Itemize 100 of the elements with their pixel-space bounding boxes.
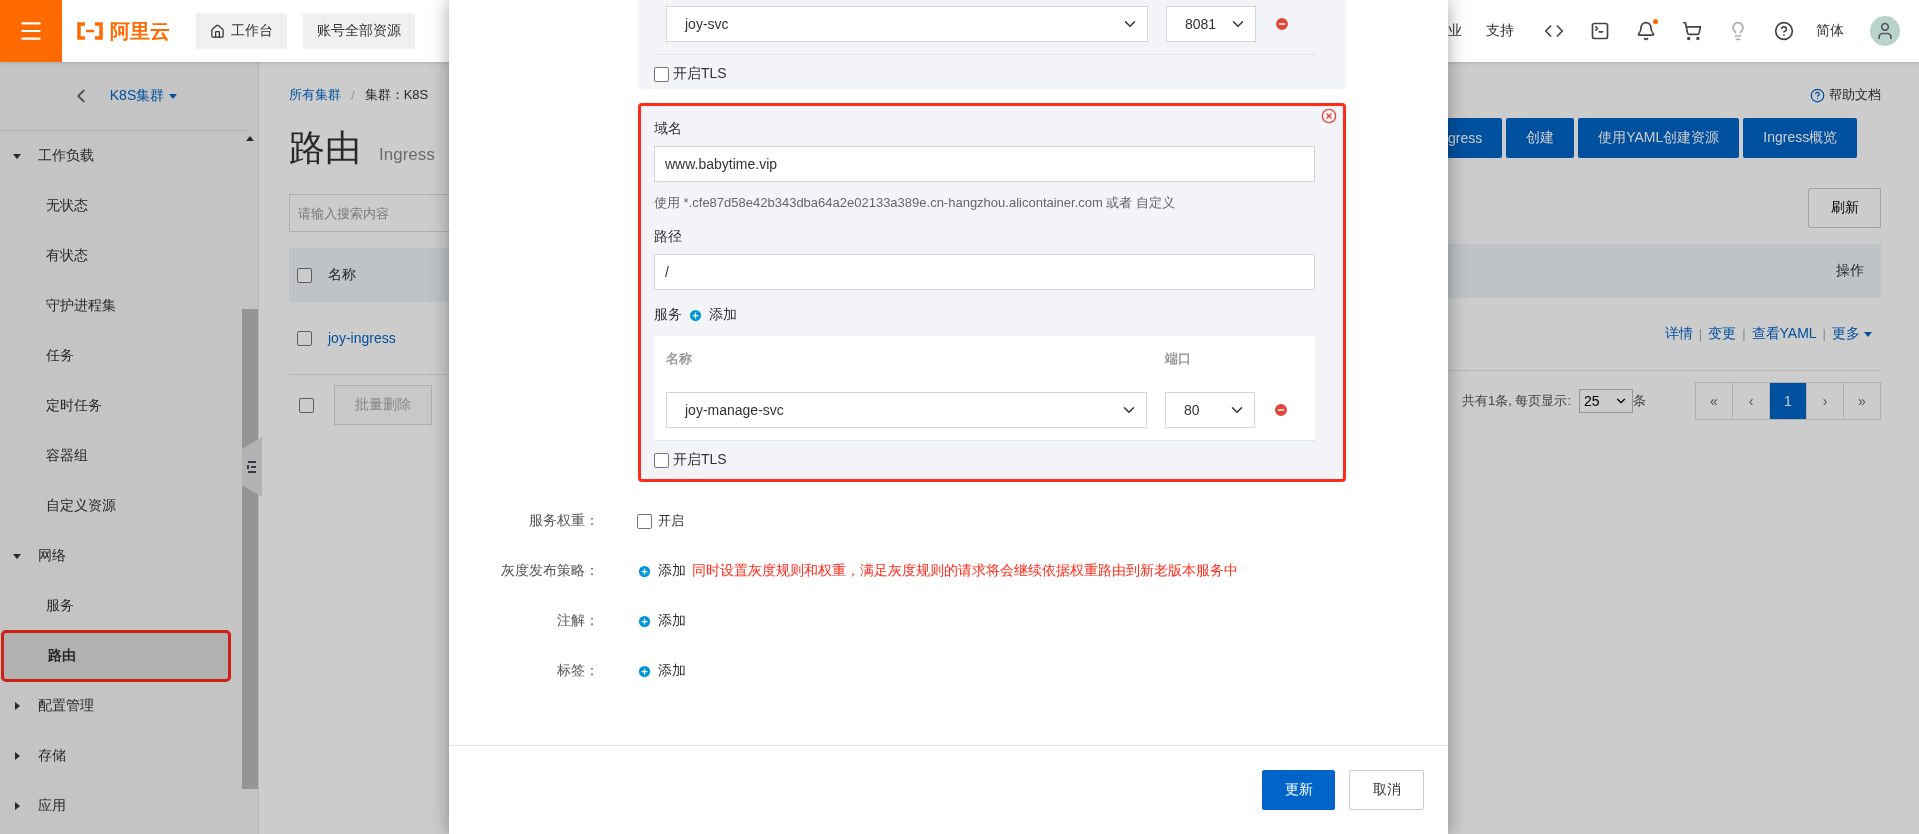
nav-item[interactable]: 守护进程集: [0, 281, 240, 331]
domain-hint: 使用 *.cfe87d58e42b343dba64a2e02133a389e.cn-hangzhou.alicontainer.com 或者 自定义: [654, 194, 1177, 212]
action-button[interactable]: 使用YAML创建资源: [1578, 118, 1740, 158]
form-label: 注解：: [556, 612, 599, 630]
action-button[interactable]: gress: [1448, 118, 1503, 158]
form-label: 标签：: [556, 662, 599, 680]
nav-item[interactable]: 定时任务: [0, 381, 240, 431]
nav-group[interactable]: 网络: [0, 531, 240, 581]
checkbox-label: 开启TLS: [673, 65, 727, 83]
port-select[interactable]: 80: [1165, 392, 1255, 428]
field-label: 服务: [654, 306, 682, 324]
cart-icon[interactable]: [1682, 21, 1702, 41]
row-action-link[interactable]: 查看YAML: [1751, 325, 1817, 341]
service-select[interactable]: joy-svc: [666, 6, 1148, 42]
caret-icon: [12, 701, 22, 711]
plus-icon: [688, 307, 703, 323]
nav-link[interactable]: 支持: [1486, 22, 1514, 40]
nav-item[interactable]: 任务: [0, 331, 240, 381]
field-label: 域名: [654, 120, 683, 138]
row-action-link[interactable]: 更多: [1832, 325, 1860, 341]
checkbox-label: 开启: [658, 512, 684, 530]
page-title: 路由: [289, 126, 361, 170]
cancel-button[interactable]: 取消: [1349, 770, 1424, 810]
checkbox[interactable]: [297, 267, 312, 283]
avatar[interactable]: [1870, 16, 1900, 46]
help-link[interactable]: 帮助文档: [1810, 84, 1881, 106]
primary-button[interactable]: 更新: [1262, 770, 1335, 810]
domain-input[interactable]: www.babytime.vip: [654, 146, 1315, 182]
action-button[interactable]: Ingress概览: [1743, 118, 1858, 158]
page-size-select[interactable]: 25: [1579, 389, 1634, 413]
add-link[interactable]: 添加: [688, 306, 737, 324]
pagination-unit: 条: [1633, 392, 1647, 410]
checkbox[interactable]: [299, 397, 314, 413]
logo-icon: [76, 22, 104, 40]
breadcrumb-text: 集群：K8S: [364, 86, 429, 104]
page-button[interactable]: ‹: [1732, 382, 1770, 420]
checkbox[interactable]: [297, 330, 312, 346]
column-header: 名称: [328, 266, 356, 284]
caret-icon: [12, 751, 22, 761]
service-select[interactable]: joy-manage-svc: [666, 392, 1147, 428]
nav-group[interactable]: 应用: [0, 781, 240, 831]
workbench-button[interactable]: 工作台: [196, 13, 287, 49]
column-header: 操作: [1836, 262, 1864, 280]
nav-group[interactable]: 配置管理: [0, 681, 240, 731]
row-action-link[interactable]: 变更: [1708, 325, 1737, 341]
caret-icon: [168, 92, 179, 100]
page-subtitle: Ingress: [379, 145, 435, 165]
checkbox[interactable]: [654, 452, 669, 468]
page-button[interactable]: »: [1843, 382, 1881, 420]
breadcrumb-separator: /: [351, 87, 355, 103]
resources-button[interactable]: 账号全部资源: [303, 13, 415, 49]
page-button[interactable]: «: [1695, 382, 1733, 420]
checkbox[interactable]: [637, 513, 652, 529]
home-icon: [210, 23, 225, 39]
close-icon[interactable]: [1321, 108, 1337, 124]
cluster-switcher[interactable]: K8S集群: [109, 87, 179, 105]
field-label: 路径: [654, 228, 683, 246]
link-separator: |: [1742, 326, 1746, 341]
form-label: 服务权重：: [528, 512, 599, 530]
plus-icon: [637, 613, 652, 629]
add-link[interactable]: 添加: [637, 562, 686, 580]
scroll-up-icon[interactable]: [245, 134, 255, 142]
column-header: 端口: [1165, 350, 1192, 368]
link-separator: |: [1822, 326, 1826, 341]
nav-item[interactable]: 有状态: [0, 231, 240, 281]
nav-item[interactable]: 容器组: [0, 431, 240, 481]
nav-item[interactable]: 服务: [0, 581, 240, 631]
checkbox-label: 开启TLS: [673, 451, 727, 469]
scrollbar-thumb[interactable]: [242, 309, 258, 789]
plus-icon: [637, 663, 652, 679]
nav-link[interactable]: 业: [1448, 22, 1462, 40]
nav-group[interactable]: 工作负载: [0, 131, 240, 181]
breadcrumb-link[interactable]: 所有集群: [289, 86, 341, 104]
nav-item[interactable]: 自定义资源: [0, 481, 240, 531]
refresh-button[interactable]: 刷新: [1808, 188, 1881, 228]
column-header: 名称: [666, 350, 693, 368]
row-link[interactable]: joy-ingress: [328, 330, 396, 346]
help-icon: [1810, 87, 1825, 103]
logo-text: 阿里云: [110, 18, 170, 44]
path-input[interactable]: /: [654, 254, 1315, 290]
add-link[interactable]: 添加: [637, 612, 686, 630]
action-button[interactable]: 创建: [1506, 118, 1575, 158]
caret-icon: [12, 151, 22, 161]
page-button[interactable]: 1: [1769, 382, 1807, 420]
help-icon[interactable]: [1774, 21, 1794, 41]
nav-group[interactable]: 存储: [0, 731, 240, 781]
pagination-summary: 共有1条, 每页显示:: [1462, 392, 1572, 410]
add-link[interactable]: 添加: [637, 662, 686, 680]
page-button[interactable]: ›: [1806, 382, 1844, 420]
language-link[interactable]: 简体: [1816, 22, 1844, 40]
warning-note: 同时设置灰度规则和权重，满足灰度规则的请求将会继续依据权重路由到新老版本服务中: [692, 562, 1238, 580]
port-select[interactable]: 8081: [1166, 6, 1256, 42]
row-action-link[interactable]: 详情: [1664, 325, 1693, 341]
checkbox[interactable]: [654, 66, 669, 82]
nav-item[interactable]: 无状态: [0, 181, 240, 231]
link-separator: |: [1698, 326, 1703, 341]
terminal-icon[interactable]: [1590, 21, 1610, 41]
notification-icon[interactable]: [1636, 21, 1656, 41]
nav-item[interactable]: 路由: [2, 631, 230, 681]
form-label: 灰度发布策略：: [500, 562, 599, 580]
